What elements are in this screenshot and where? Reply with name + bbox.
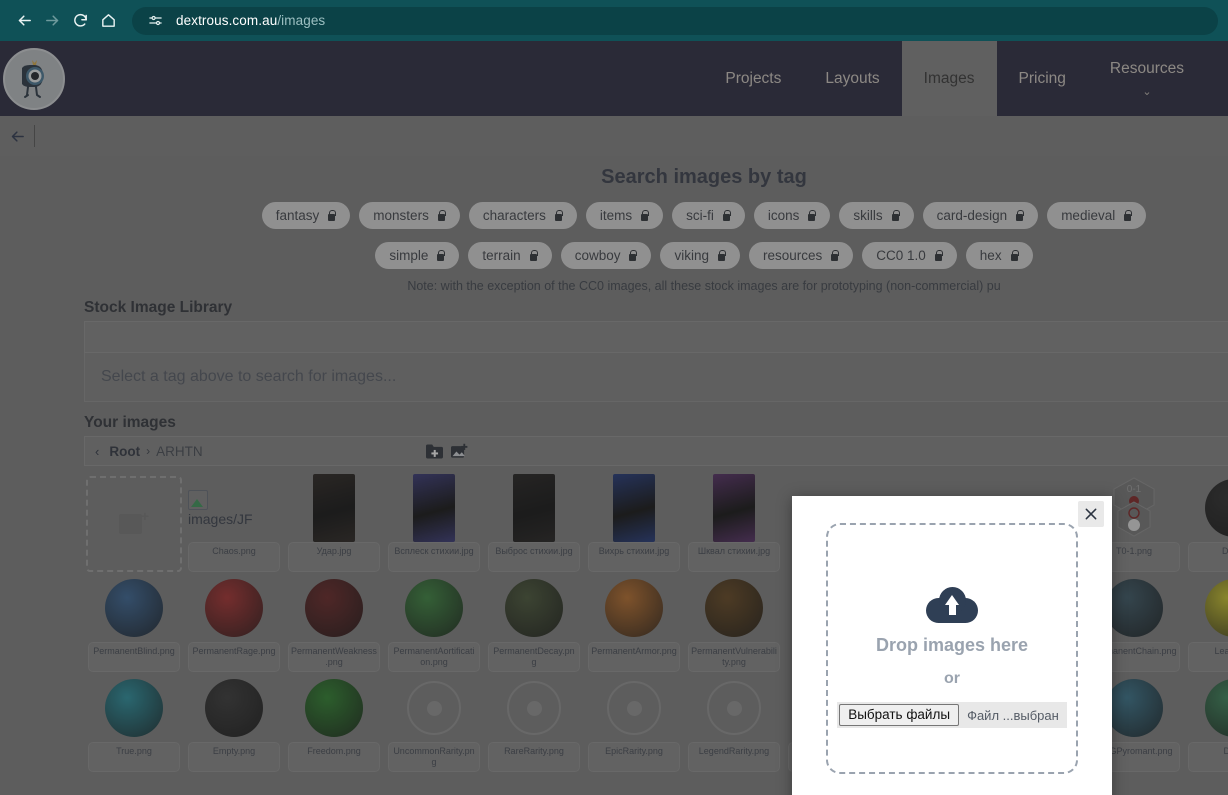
nav-item-projects[interactable]: Projects xyxy=(703,41,803,116)
toolbar-divider xyxy=(34,125,35,147)
sub-toolbar xyxy=(0,116,1228,156)
url-domain: dextrous.com.au xyxy=(176,13,278,28)
site-permissions-icon[interactable] xyxy=(144,10,166,32)
cloud-upload-icon xyxy=(926,587,978,623)
nav-label: Projects xyxy=(725,69,782,87)
bird-logo-glyph xyxy=(22,59,44,98)
nav-item-resources[interactable]: Resources ⌄ xyxy=(1088,41,1206,116)
site-header: Projects Layouts Images Pricing Resource… xyxy=(0,41,1228,116)
close-icon[interactable] xyxy=(1078,501,1104,527)
url-bar[interactable]: dextrous.com.au/images xyxy=(132,6,1218,35)
nav-item-pricing[interactable]: Pricing xyxy=(997,41,1088,116)
url-text: dextrous.com.au/images xyxy=(176,13,325,28)
browser-chrome: dextrous.com.au/images xyxy=(0,0,1228,41)
file-status-label: Файл ...выбран xyxy=(967,707,1059,723)
dropzone[interactable]: Drop images here or Выбрать файлы Файл .… xyxy=(826,523,1078,774)
nav-label: Layouts xyxy=(825,69,880,87)
main-nav: Projects Layouts Images Pricing Resource… xyxy=(703,41,1228,116)
upload-modal: Drop images here or Выбрать файлы Файл .… xyxy=(792,496,1112,795)
page-back-arrow-icon[interactable] xyxy=(4,123,30,149)
chevron-down-icon: ⌄ xyxy=(1142,85,1152,98)
nav-item-images[interactable]: Images xyxy=(901,41,997,116)
file-input[interactable]: Выбрать файлы Файл ...выбран xyxy=(837,702,1067,728)
url-path: /images xyxy=(277,13,326,28)
dropzone-label: Drop images here xyxy=(875,635,1029,655)
home-icon[interactable] xyxy=(94,7,122,35)
dropzone-or-label: or xyxy=(944,670,960,687)
nav-label: Pricing xyxy=(1018,69,1066,87)
forward-arrow-icon[interactable] xyxy=(38,7,66,35)
nav-label: Resources xyxy=(1109,59,1184,77)
back-arrow-icon[interactable] xyxy=(10,7,38,35)
choose-files-button[interactable]: Выбрать файлы xyxy=(839,704,960,726)
nav-item-layouts[interactable]: Layouts xyxy=(803,41,901,116)
dextrous-bird-logo[interactable] xyxy=(3,47,65,110)
reload-icon[interactable] xyxy=(66,7,94,35)
nav-label: Images xyxy=(923,69,975,87)
page-body: Search images by tag fantasy monsters char… xyxy=(0,156,1228,795)
